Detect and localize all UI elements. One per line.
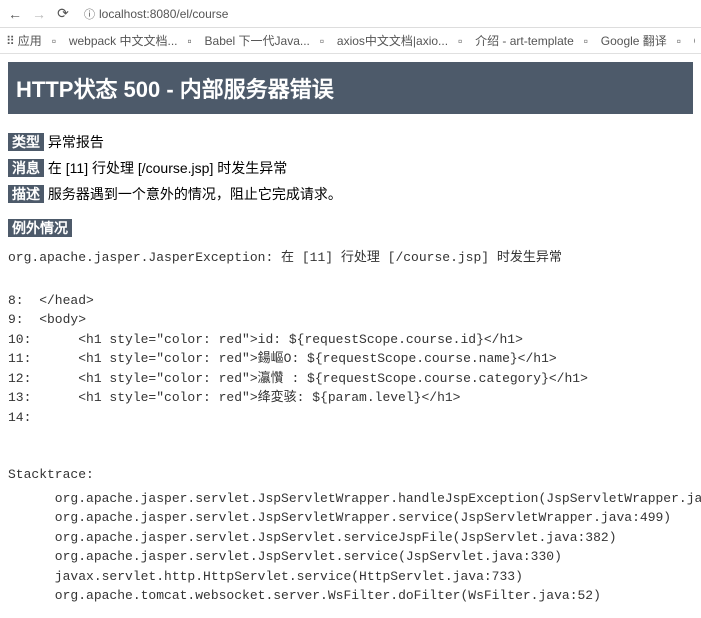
error-description: 描述 服务器遇到一个意外的情况，阻止它完成请求。 [8,184,693,204]
bookmark-item[interactable]: ▫Overview (Java Pl... [677,32,695,49]
reload-button[interactable]: ⟳ [54,5,72,23]
source-snippet: 8: </head> 9: <body> 10: <h1 style="colo… [8,291,693,428]
url-text: localhost:8080/el/course [99,7,228,21]
stacktrace: org.apache.jasper.servlet.JspServletWrap… [8,489,693,606]
bookmark-label: webpack 中文文档... [69,32,178,49]
desc-label: 描述 [8,185,44,203]
error-message: 消息 在 [11] 行处理 [/course.jsp] 时发生异常 [8,158,693,178]
bookmark-label: 介绍 - art-template [475,32,574,49]
bookmark-icon: ▫ [52,34,66,48]
bookmark-label: Overview (Java Pl... [694,34,695,48]
address-bar[interactable]: ⓘ localhost:8080/el/course [78,4,695,24]
bookmark-item[interactable]: ▫Google 翻译 [584,32,667,49]
page-content: HTTP状态 500 - 内部服务器错误 类型 异常报告 消息 在 [11] 行… [0,54,701,618]
bookmark-item[interactable]: ▫axios中文文档|axio... [320,32,448,49]
info-icon: ⓘ [84,6,95,22]
desc-value: 服务器遇到一个意外的情况，阻止它完成请求。 [48,186,342,202]
bookmark-label: Babel 下一代Java... [205,32,310,49]
exception-line: org.apache.jasper.JasperException: 在 [11… [8,248,693,268]
browser-toolbar: ← → ⟳ ⓘ localhost:8080/el/course [0,0,701,28]
bookmark-item[interactable]: ▫介绍 - art-template [458,32,574,49]
back-button[interactable]: ← [6,5,24,23]
type-label: 类型 [8,133,44,151]
apps-icon: ⠿ [6,34,15,48]
bookmark-icon: ▫ [188,34,202,48]
type-value: 异常报告 [48,134,104,150]
bookmark-icon: ▫ [584,34,598,48]
exception-label: 例外情况 [8,219,72,237]
bookmark-label: axios中文文档|axio... [337,32,448,49]
bookmark-label: Google 翻译 [601,32,667,49]
bookmark-item[interactable]: ▫webpack 中文文档... [52,32,178,49]
bookmark-item[interactable]: ▫Babel 下一代Java... [188,32,310,49]
bookmark-icon: ▫ [320,34,334,48]
error-banner: HTTP状态 500 - 内部服务器错误 [8,62,693,114]
forward-button[interactable]: → [30,5,48,23]
bookmarks-bar: ⠿ 应用 ▫webpack 中文文档...▫Babel 下一代Java...▫a… [0,28,701,54]
stacktrace-label: Stacktrace: [8,465,693,485]
message-value: 在 [11] 行处理 [/course.jsp] 时发生异常 [48,160,287,176]
apps-button[interactable]: ⠿ 应用 [6,32,42,49]
bookmark-icon: ▫ [677,34,691,48]
bookmark-icon: ▫ [458,34,472,48]
message-label: 消息 [8,159,44,177]
error-type: 类型 异常报告 [8,132,693,152]
exception-header: 例外情况 [8,218,693,238]
